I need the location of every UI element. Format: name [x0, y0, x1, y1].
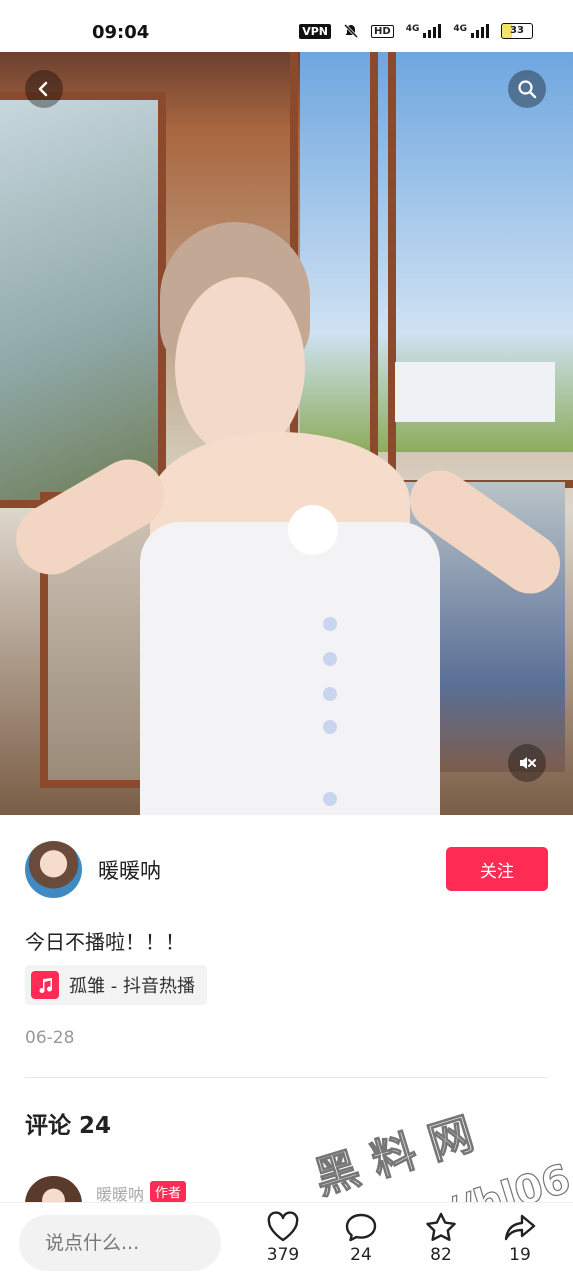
hd-icon: HD	[371, 24, 394, 38]
back-button[interactable]	[25, 70, 63, 108]
post-photo[interactable]	[0, 52, 573, 815]
comment-input[interactable]	[19, 1215, 221, 1271]
photo-dress-button	[323, 652, 337, 666]
like-button[interactable]: 379	[258, 1211, 308, 1265]
photo-dress-button	[323, 687, 337, 701]
author-row[interactable]: 暖暖呐	[25, 841, 161, 898]
signal-icon-1: 4G	[406, 24, 442, 38]
post-date: 06-28	[25, 1028, 75, 1048]
favorite-button[interactable]: 82	[416, 1211, 466, 1265]
mute-bell-icon	[343, 23, 359, 39]
photo-face	[175, 277, 305, 457]
photo-dress	[140, 522, 440, 815]
photo-dress-button	[323, 792, 337, 806]
speaker-muted-icon	[520, 757, 536, 769]
photo-paper	[395, 362, 555, 422]
status-time: 09:04	[92, 22, 150, 43]
comment-count: 24	[350, 1245, 372, 1265]
photo-window-left	[0, 92, 166, 508]
photo-censor-dot	[288, 505, 338, 555]
divider	[25, 1077, 548, 1078]
heart-icon	[267, 1211, 299, 1242]
signal-icon-2: 4G	[453, 24, 489, 38]
chevron-left-icon	[38, 81, 48, 97]
music-note-icon	[31, 971, 59, 999]
vpn-icon: VPN	[299, 23, 332, 39]
share-count: 19	[509, 1245, 531, 1265]
photo-dress-button	[323, 720, 337, 734]
comment-button[interactable]: 24	[336, 1211, 386, 1265]
author-badge: 作者	[150, 1181, 187, 1202]
status-bar: 09:04 VPN HD 4G 4G 33	[0, 0, 573, 52]
status-icons: VPN HD 4G 4G 33	[299, 23, 533, 39]
search-icon	[518, 80, 537, 99]
battery-icon: 33	[501, 23, 533, 39]
share-arrow-icon	[504, 1214, 536, 1241]
mute-button[interactable]	[508, 744, 546, 782]
post-caption: 今日不播啦！！！	[25, 930, 185, 954]
watermark-line1: 黑 料 网	[309, 1108, 479, 1204]
like-count: 379	[266, 1245, 300, 1265]
author-avatar[interactable]	[25, 841, 82, 898]
favorite-count: 82	[430, 1245, 452, 1265]
share-button[interactable]: 19	[495, 1211, 545, 1265]
bottom-bar: 379 24 82 19	[0, 1202, 573, 1281]
comment-bubble-icon	[345, 1213, 377, 1242]
author-name[interactable]: 暖暖呐	[98, 855, 161, 885]
photo-dress-button	[323, 617, 337, 631]
music-tag[interactable]: 孤雏 - 抖音热播	[25, 965, 207, 1005]
search-button[interactable]	[508, 70, 546, 108]
music-title: 孤雏 - 抖音热播	[69, 976, 195, 997]
comments-title: 评论 24	[25, 1113, 112, 1139]
follow-button[interactable]: 关注	[446, 847, 548, 891]
star-icon	[426, 1212, 456, 1241]
photo-window-frame-right	[370, 52, 573, 488]
